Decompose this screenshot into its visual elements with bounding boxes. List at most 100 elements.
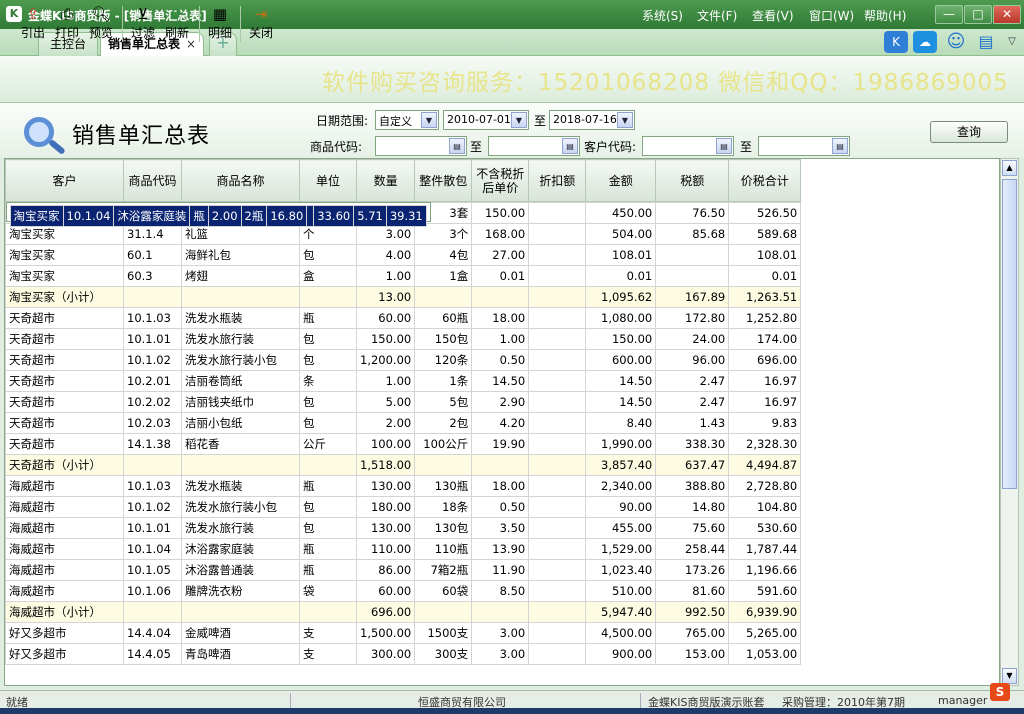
table-cell: 2.47: [656, 392, 729, 413]
table-cell: 455.00: [586, 518, 656, 539]
ime-icon[interactable]: S: [990, 683, 1010, 701]
table-cell: 13.90: [472, 539, 529, 560]
table-row[interactable]: 天奇超市10.1.03洗发水瓶装瓶60.0060瓶18.001,080.0017…: [6, 308, 801, 329]
table-row[interactable]: 淘宝买家60.3烤翅盒1.001盒0.010.010.01: [6, 266, 801, 287]
table-cell: 168.00: [472, 224, 529, 245]
date-range-select[interactable]: 自定义▼: [375, 110, 439, 130]
column-header[interactable]: 折扣额: [529, 160, 586, 202]
customer-code-from-field[interactable]: ▤: [642, 136, 734, 156]
table-row[interactable]: 天奇超市10.2.02洁丽钱夹纸巾包5.005包2.9014.502.4716.…: [6, 392, 801, 413]
column-header[interactable]: 税额: [656, 160, 729, 202]
table-cell: 14.1.38: [124, 434, 182, 455]
scroll-thumb[interactable]: [1002, 179, 1017, 489]
close-report-button[interactable]: ⇥关闭: [244, 4, 278, 44]
lookup-icon[interactable]: ▤: [832, 138, 848, 154]
table-row[interactable]: 海威超市10.1.03洗发水瓶装瓶130.00130瓶18.002,340.00…: [6, 476, 801, 497]
lookup-icon[interactable]: ▤: [449, 138, 465, 154]
table-row[interactable]: 海威超市10.1.05沐浴露普通装瓶86.007箱2瓶11.901,023.40…: [6, 560, 801, 581]
message-icon[interactable]: ▤: [974, 31, 998, 53]
table-cell: 60.1: [124, 245, 182, 266]
column-header[interactable]: 商品名称: [182, 160, 300, 202]
table-row[interactable]: 淘宝买家60.1海鲜礼包包4.004包27.00108.01108.01: [6, 245, 801, 266]
table-row[interactable]: 天奇超市（小计）1,518.003,857.40637.474,494.87: [6, 455, 801, 476]
print-button[interactable]: ⎙打印: [50, 4, 84, 44]
column-header[interactable]: 客户: [6, 160, 124, 202]
table-cell: 3.50: [472, 518, 529, 539]
column-header[interactable]: 不含税折后单价: [472, 160, 529, 202]
menu-file[interactable]: 文件(F): [697, 7, 737, 24]
product-code-to-field[interactable]: ▤: [488, 136, 580, 156]
date-to-field[interactable]: 2018-07-16▼: [549, 110, 635, 130]
table-row[interactable]: 海威超市10.1.06雕牌洗衣粉袋60.0060袋8.50510.0081.60…: [6, 581, 801, 602]
promo-banner: 软件购买咨询服务：15201068208 微信和QQ：1986869005: [322, 63, 1009, 97]
table-row[interactable]: 淘宝买家（小计）13.001,095.62167.891,263.51: [6, 287, 801, 308]
customer-code-to-field[interactable]: ▤: [758, 136, 850, 156]
table-cell: 瓶: [300, 476, 357, 497]
scroll-down-icon[interactable]: ▼: [1002, 668, 1017, 684]
table-cell: 637.47: [656, 455, 729, 476]
lookup-icon[interactable]: ▤: [716, 138, 732, 154]
table-row[interactable]: 天奇超市10.2.03洁丽小包纸包2.002包4.208.401.439.83: [6, 413, 801, 434]
table-cell: 条: [300, 371, 357, 392]
table-row[interactable]: 海威超市（小计）696.005,947.40992.506,939.90: [6, 602, 801, 623]
table-cell: 130.00: [357, 476, 415, 497]
detail-button[interactable]: ▦明细: [203, 4, 237, 44]
table-row[interactable]: 好又多超市14.4.04金威啤酒支1,500.001500支3.004,500.…: [6, 623, 801, 644]
customer-code-label: 客户代码:: [584, 138, 636, 155]
table-cell: 淘宝买家（小计）: [6, 287, 124, 308]
table-row[interactable]: 淘宝买家10.1.04沐浴露家庭装瓶2.002瓶16.8033.605.7139…: [6, 202, 431, 222]
table-row[interactable]: 天奇超市14.1.38稻花香公斤100.00100公斤19.901,990.00…: [6, 434, 801, 455]
column-header[interactable]: 数量: [357, 160, 415, 202]
menu-help[interactable]: 帮助(H): [864, 7, 906, 24]
table-cell: 包: [300, 413, 357, 434]
chevron-down-icon[interactable]: ▼: [511, 112, 527, 128]
preview-icon: 🔍︎: [84, 4, 118, 24]
table-row[interactable]: 海威超市10.1.02洗发水旅行装小包包180.0018条0.5090.0014…: [6, 497, 801, 518]
table-cell: 洗发水瓶装: [182, 308, 300, 329]
table-row[interactable]: 海威超市10.1.01洗发水旅行装包130.00130包3.50455.0075…: [6, 518, 801, 539]
table-row[interactable]: 天奇超市10.1.01洗发水旅行装包150.00150包1.00150.0024…: [6, 329, 801, 350]
column-header[interactable]: 单位: [300, 160, 357, 202]
preview-button[interactable]: 🔍︎预览: [84, 4, 118, 44]
vertical-scrollbar[interactable]: ▲ ▼: [1000, 158, 1019, 686]
cloud-icon[interactable]: ☁: [913, 31, 937, 53]
table-cell: [529, 497, 586, 518]
column-header[interactable]: 商品代码: [124, 160, 182, 202]
table-cell: 雕牌洗衣粉: [182, 581, 300, 602]
column-header[interactable]: 金额: [586, 160, 656, 202]
chevron-down-icon[interactable]: ▼: [617, 112, 633, 128]
dropdown-icon[interactable]: ▽: [1002, 31, 1022, 53]
column-header[interactable]: 整件散包: [415, 160, 472, 202]
filter-button[interactable]: ⊻过滤: [126, 4, 160, 44]
date-from-field[interactable]: 2010-07-01▼: [443, 110, 529, 130]
maximize-button[interactable]: □: [964, 5, 992, 24]
close-window-button[interactable]: ✕: [993, 5, 1021, 24]
table-cell: [415, 455, 472, 476]
product-code-from-field[interactable]: ▤: [375, 136, 467, 156]
minimize-button[interactable]: —: [935, 5, 963, 24]
menu-view[interactable]: 查看(V): [752, 7, 794, 24]
query-button[interactable]: 查询: [930, 121, 1008, 143]
refresh-button[interactable]: ⟳刷新: [160, 4, 194, 44]
lookup-icon[interactable]: ▤: [562, 138, 578, 154]
chevron-down-icon[interactable]: ▼: [421, 112, 437, 128]
table-cell: [529, 371, 586, 392]
table-cell: 150.00: [472, 203, 529, 224]
smile-icon[interactable]: ☺: [944, 31, 968, 53]
table-row[interactable]: 天奇超市10.2.01洁丽卷筒纸条1.001条14.5014.502.4716.…: [6, 371, 801, 392]
kis-icon[interactable]: K: [884, 31, 908, 53]
scroll-up-icon[interactable]: ▲: [1002, 160, 1017, 176]
table-cell: 1盒: [415, 266, 472, 287]
table-cell: 19.90: [472, 434, 529, 455]
table-row[interactable]: 天奇超市10.1.02洗发水旅行装小包包1,200.00120条0.50600.…: [6, 350, 801, 371]
table-cell: 海威超市: [6, 539, 124, 560]
column-header[interactable]: 价税合计: [729, 160, 801, 202]
table-cell: 7箱2瓶: [415, 560, 472, 581]
menu-window[interactable]: 窗口(W): [809, 7, 854, 24]
table-cell: 海威超市: [6, 560, 124, 581]
table-row[interactable]: 好又多超市14.4.05青岛啤酒支300.00300支3.00900.00153…: [6, 644, 801, 665]
table-row[interactable]: 海威超市10.1.04沐浴露家庭装瓶110.00110瓶13.901,529.0…: [6, 539, 801, 560]
export-button[interactable]: ⇪引出: [16, 4, 50, 44]
table-cell: 4包: [415, 245, 472, 266]
menu-system[interactable]: 系统(S): [642, 7, 683, 24]
